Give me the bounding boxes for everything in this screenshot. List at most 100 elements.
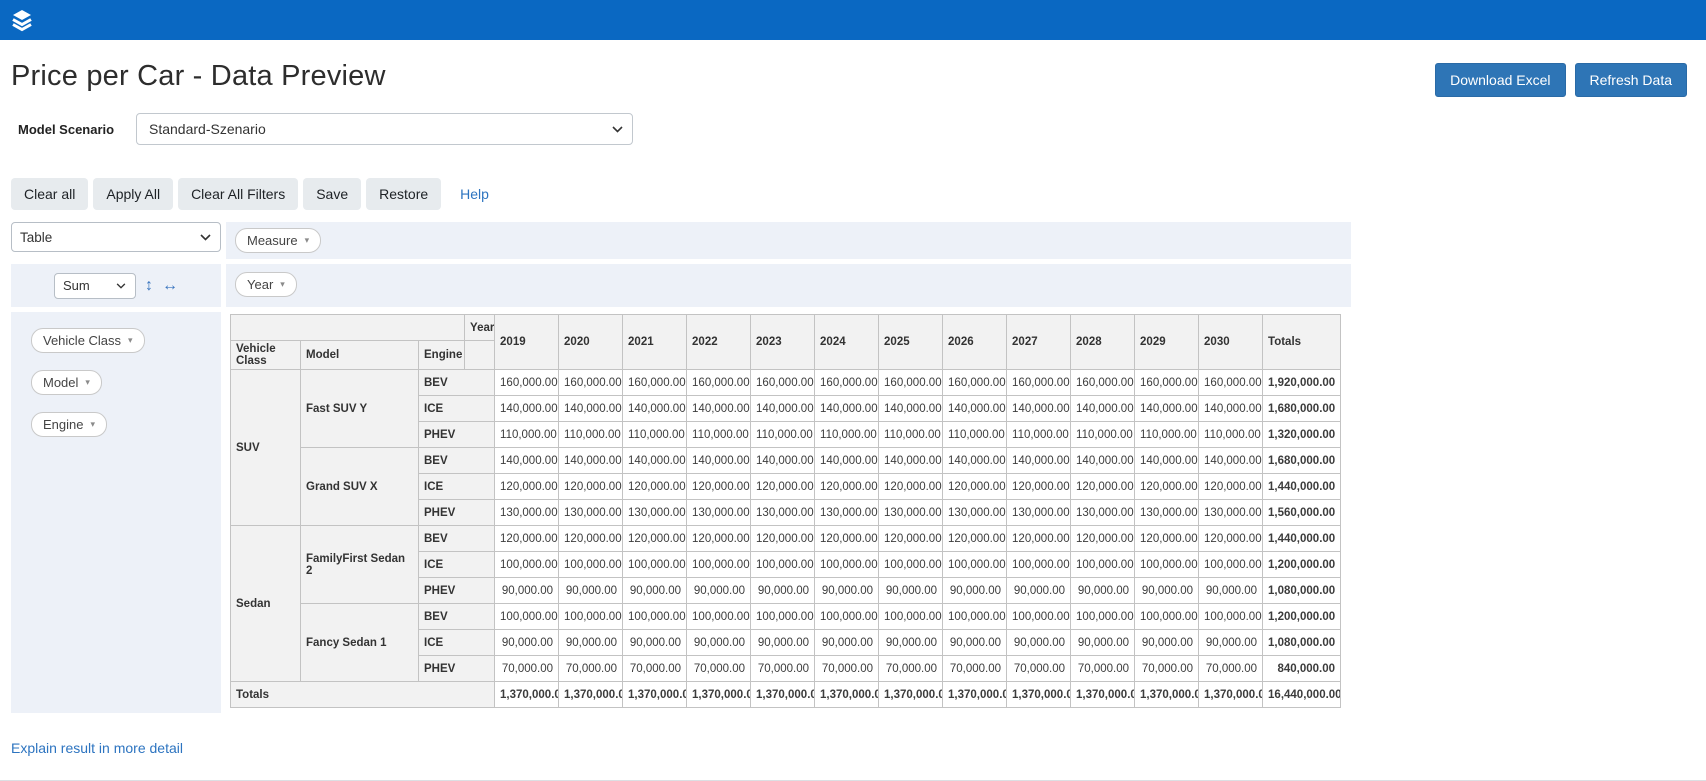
value-cell: 160,000.00 [815,370,879,396]
model-cell: Fast SUV Y [301,370,419,448]
aggregator-select[interactable]: Sum [54,273,136,299]
clear-all-button[interactable]: Clear all [11,178,88,210]
model-scenario-select[interactable]: Standard-Szenario [136,113,633,145]
value-cell: 100,000.00 [879,552,943,578]
row-total-cell: 1,320,000.00 [1263,422,1341,448]
row-total-cell: 840,000.00 [1263,656,1341,682]
year-column-header: 2023 [751,315,815,370]
year-column-header: 2022 [687,315,751,370]
value-cell: 100,000.00 [943,552,1007,578]
caret-down-icon: ▾ [305,235,310,246]
pivot-output-area: Year201920202021202220232024202520262027… [226,312,1351,713]
value-cell: 160,000.00 [1135,370,1199,396]
apply-all-button[interactable]: Apply All [93,178,173,210]
pivot-attr-year[interactable]: Year ▾ [235,272,297,297]
row-attr-header: Vehicle Class [231,341,301,370]
row-total-cell: 1,680,000.00 [1263,396,1341,422]
value-cell: 90,000.00 [1007,578,1071,604]
column-total-cell: 1,370,000.00 [1135,682,1199,708]
value-cell: 100,000.00 [815,604,879,630]
clear-all-filters-button[interactable]: Clear All Filters [178,178,298,210]
column-total-cell: 1,370,000.00 [559,682,623,708]
download-excel-button[interactable]: Download Excel [1435,63,1565,97]
value-cell: 70,000.00 [1135,656,1199,682]
save-button[interactable]: Save [303,178,361,210]
value-cell: 90,000.00 [943,630,1007,656]
col-order-button[interactable]: ↔ [162,278,178,294]
value-cell: 100,000.00 [1007,552,1071,578]
pivot-attr-vehicle-class[interactable]: Vehicle Class ▾ [31,328,145,353]
value-cell: 130,000.00 [815,500,879,526]
value-cell: 90,000.00 [687,578,751,604]
value-cell: 110,000.00 [1007,422,1071,448]
restore-button[interactable]: Restore [366,178,441,210]
year-column-header: 2027 [1007,315,1071,370]
engine-cell: PHEV [419,422,495,448]
row-total-cell: 1,200,000.00 [1263,604,1341,630]
year-column-header: 2019 [495,315,559,370]
table-row: Grand SUV XBEV140,000.00140,000.00140,00… [231,448,1341,474]
value-cell: 160,000.00 [559,370,623,396]
value-cell: 70,000.00 [943,656,1007,682]
value-cell: 70,000.00 [495,656,559,682]
value-cell: 120,000.00 [1007,526,1071,552]
renderer-area: Table [11,222,221,259]
pivot-attr-engine[interactable]: Engine ▾ [31,412,107,437]
value-cell: 140,000.00 [1007,448,1071,474]
value-cell: 120,000.00 [751,474,815,500]
value-cell: 100,000.00 [879,604,943,630]
engine-cell: BEV [419,604,495,630]
value-cell: 120,000.00 [559,526,623,552]
value-cell: 120,000.00 [495,526,559,552]
refresh-data-button[interactable]: Refresh Data [1575,63,1687,97]
value-cell: 110,000.00 [495,422,559,448]
model-cell: Grand SUV X [301,448,419,526]
column-total-cell: 1,370,000.00 [943,682,1007,708]
explain-link[interactable]: Explain result in more detail [11,740,183,756]
value-cell: 120,000.00 [623,474,687,500]
renderer-select[interactable]: Table [11,222,221,252]
pivot-attr-measure[interactable]: Measure ▾ [235,228,321,253]
model-scenario-label: Model Scenario [11,122,136,137]
value-cell: 100,000.00 [751,552,815,578]
value-cell: 130,000.00 [1135,500,1199,526]
row-total-cell: 1,680,000.00 [1263,448,1341,474]
engine-cell: ICE [419,630,495,656]
year-column-header: 2024 [815,315,879,370]
value-cell: 130,000.00 [623,500,687,526]
value-cell: 90,000.00 [495,578,559,604]
caret-down-icon: ▾ [280,279,285,290]
value-cell: 140,000.00 [1071,396,1135,422]
value-cell: 120,000.00 [1135,526,1199,552]
value-cell: 140,000.00 [559,448,623,474]
value-cell: 120,000.00 [1199,526,1263,552]
value-cell: 130,000.00 [1199,500,1263,526]
year-column-header: 2029 [1135,315,1199,370]
value-cell: 140,000.00 [1135,448,1199,474]
value-cell: 70,000.00 [623,656,687,682]
value-cell: 110,000.00 [943,422,1007,448]
value-cell: 140,000.00 [559,396,623,422]
value-cell: 90,000.00 [687,630,751,656]
year-column-header: 2021 [623,315,687,370]
value-cell: 110,000.00 [1199,422,1263,448]
value-cell: 100,000.00 [687,552,751,578]
value-cell: 100,000.00 [623,552,687,578]
value-cell: 130,000.00 [879,500,943,526]
value-cell: 120,000.00 [559,474,623,500]
value-cell: 110,000.00 [1071,422,1135,448]
pivot-attr-model[interactable]: Model ▾ [31,370,102,395]
help-link[interactable]: Help [460,186,489,202]
row-order-button[interactable]: ↕ [145,278,153,294]
value-cell: 90,000.00 [1199,630,1263,656]
value-cell: 100,000.00 [495,552,559,578]
value-cell: 90,000.00 [943,578,1007,604]
column-total-cell: 1,370,000.00 [751,682,815,708]
column-total-cell: 1,370,000.00 [495,682,559,708]
value-cell: 110,000.00 [687,422,751,448]
value-cell: 120,000.00 [815,526,879,552]
value-cell: 160,000.00 [495,370,559,396]
row-attrs-area: Vehicle Class ▾ Model ▾ Engine ▾ [11,312,221,713]
header-row: Year201920202021202220232024202520262027… [231,315,1341,341]
value-cell: 160,000.00 [1007,370,1071,396]
